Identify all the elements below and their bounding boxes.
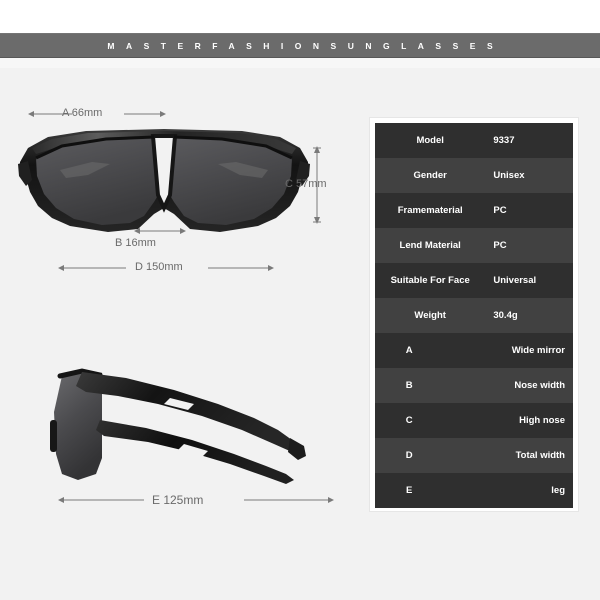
spec-label: Model [416,135,444,146]
spec-label: A [405,345,413,356]
spec-value: Unisex [493,170,525,181]
table-row: Suitable For Face Universal [375,263,573,298]
specification-table: Model 9337 Gender Unisex Framematerial P… [375,123,573,508]
table-row: Lend Material PC [375,228,573,263]
spec-label: D [405,450,413,461]
spec-value: PC [493,240,507,251]
spec-value: High nose [519,415,565,426]
temple-tip [288,438,306,460]
spec-value: leg [551,485,565,496]
specification-panel: Model 9337 Gender Unisex Framematerial P… [370,118,578,511]
dimension-label-a: A 66mm [62,107,103,119]
spec-label: Lend Material [399,240,461,251]
table-row: C High nose [375,403,573,438]
spec-value: PC [493,205,507,216]
banner-underline-strip [0,58,600,68]
dimension-label-c: C 57mm [285,178,327,190]
dimension-label-b: B 16mm [115,237,156,249]
brand-banner-text: MASTERFASHIONSUNGLASSES [107,40,505,51]
brand-banner: MASTERFASHIONSUNGLASSES [0,33,600,58]
spec-label: E [406,485,413,496]
spec-label: B [405,380,413,391]
table-row: D Total width [375,438,573,473]
spec-value: Wide mirror [511,345,565,356]
dimension-label-d: D 150mm [135,261,183,273]
spec-label: Suitable For Face [390,275,470,286]
table-row: A Wide mirror [375,333,573,368]
spec-value: 9337 [493,135,515,146]
product-spec-image: MASTERFASHIONSUNGLASSES A 66mm C 57mm B … [0,0,600,600]
spec-label: Weight [414,310,446,321]
spec-value: Universal [493,275,537,286]
table-row: Model 9337 [375,123,573,158]
spec-value: Nose width [514,380,565,391]
table-row: Weight 30.4g [375,298,573,333]
spec-value: Total width [515,450,565,461]
side-vent-block [50,420,57,452]
spec-label: Framematerial [397,205,463,216]
dimension-arrow-b [134,228,186,234]
table-row: E leg [375,473,573,508]
table-row: Framematerial PC [375,193,573,228]
sunglasses-side-view [50,368,306,484]
spec-label: C [405,415,413,426]
top-white-strip [0,0,600,33]
spec-label: Gender [413,170,447,181]
table-row: B Nose width [375,368,573,403]
table-row: Gender Unisex [375,158,573,193]
spec-value: 30.4g [493,310,518,321]
dimension-label-e: E 125mm [152,493,204,507]
